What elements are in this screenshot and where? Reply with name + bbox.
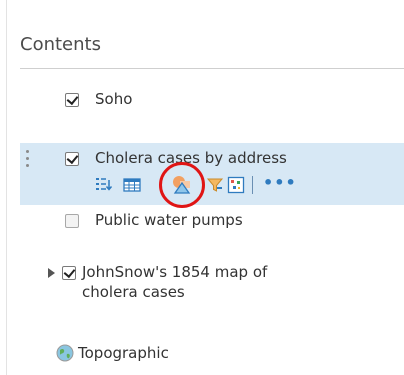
globe-icon [56, 344, 74, 362]
layer-label-johnsnow-map-line1[interactable]: JohnSnow's 1854 map of [82, 263, 267, 281]
layer-visibility-checkbox-public-water-pumps[interactable] [65, 214, 79, 228]
panel-left-border [6, 0, 7, 375]
layer-label-soho[interactable]: Soho [95, 90, 132, 108]
drag-handle-icon[interactable] [25, 147, 29, 173]
layer-visibility-checkbox-soho[interactable] [65, 93, 79, 107]
expand-arrow-icon[interactable] [48, 268, 55, 278]
annotation-highlight-circle [159, 162, 205, 208]
layer-visibility-checkbox-johnsnow-map[interactable] [62, 266, 76, 280]
title-divider [20, 68, 404, 69]
legend-icon[interactable] [95, 176, 113, 194]
more-options-icon[interactable]: ••• [263, 175, 297, 191]
analysis-icon[interactable] [227, 176, 245, 194]
filter-icon[interactable] [206, 176, 224, 194]
layer-label-johnsnow-map-line2[interactable]: cholera cases [82, 283, 185, 301]
basemap-label[interactable]: Topographic [78, 344, 169, 362]
layer-label-public-water-pumps[interactable]: Public water pumps [95, 211, 243, 229]
layer-visibility-checkbox-cholera-cases[interactable] [65, 152, 79, 166]
toolbar-separator [252, 176, 253, 194]
contents-panel: Contents Soho Cholera cases by address •… [0, 0, 404, 375]
table-icon[interactable] [123, 176, 141, 194]
panel-title: Contents [20, 34, 101, 55]
